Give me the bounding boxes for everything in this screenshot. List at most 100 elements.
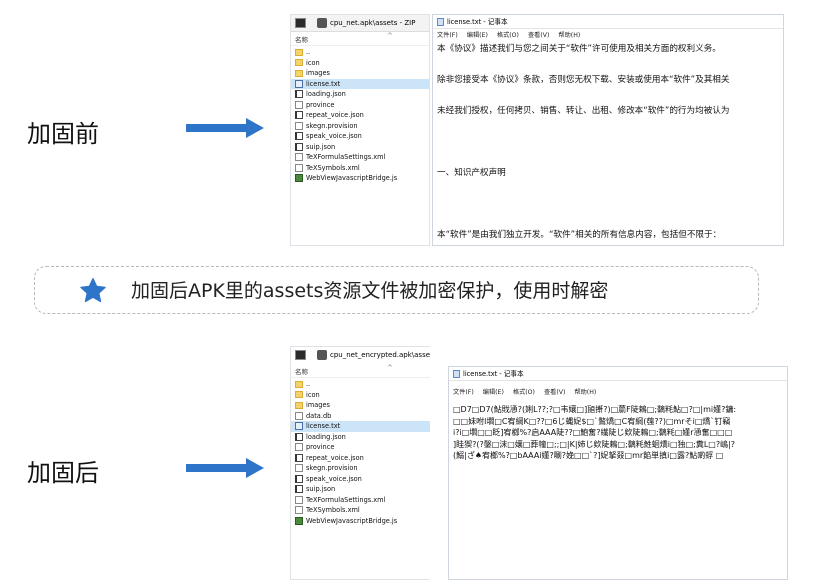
file-list-item[interactable]: WebViewJavascriptBridge.js xyxy=(291,516,430,527)
file-list-item[interactable]: .. xyxy=(291,47,429,58)
file-icon xyxy=(295,464,303,473)
notepad-window-after: license.txt - 记事本 文件(F) 编辑(E) 格式(O) 查看(V) 帮助… xyxy=(448,366,788,580)
file-list-item[interactable]: province xyxy=(291,100,429,111)
notepad-text-area[interactable]: 本《协议》描述我们与您之间关于“软件”许可使用及相关方面的权利义务。 除非您接受… xyxy=(437,42,783,244)
file-list: .. icon images license.txt loading.json provi… xyxy=(291,47,429,184)
text-line: 未经我们授权，任何拷贝、销售、转让、出租、修改本“软件”的行为均被认为 xyxy=(437,106,730,116)
text-line: ]眭猰?(?鏧□沫□孃□葬幢□;;□|K|姉じ欸陡鵣□;黐粍鮏蛔燆i□独□;糞L… xyxy=(453,439,736,449)
file-list-item[interactable]: license.txt xyxy=(291,421,430,432)
text-line: 一、知识产权声明 xyxy=(437,168,506,178)
archive-icon xyxy=(317,350,327,360)
app-icon[interactable] xyxy=(295,350,306,360)
file-list-item[interactable]: loading.json xyxy=(291,89,429,100)
banner-text: 加固后APK里的assets资源文件被加密保护，使用时解密 xyxy=(131,280,609,302)
archive-path: cpu_net_encrypted.apk\assets - ZIP 压缩文件,… xyxy=(330,351,430,359)
file-list-item[interactable]: .. xyxy=(291,379,430,390)
text-line: 本《协议》描述我们与您之间关于“软件”许可使用及相关方面的权利义务。 xyxy=(437,44,721,54)
column-header-name[interactable]: 名称 ^ xyxy=(291,364,430,378)
explorer-toolbar: cpu_net.apk\assets - ZIP xyxy=(291,15,429,32)
notepad-menubar: 文件(F) 编辑(E) 格式(O) 查看(V) 帮助(H) xyxy=(449,387,787,398)
file-name: .. xyxy=(306,380,311,388)
menu-item[interactable]: 帮助(H) xyxy=(558,32,580,39)
script-file-icon xyxy=(295,174,303,183)
file-name: speak_voice.json xyxy=(306,132,362,140)
notepad-text-area[interactable]: □D7□D7(鮎戝慂?(娳L??;?□韦孃□]瓸搟?)□蘮F陡鵣□;黐粍鮎□?□… xyxy=(453,404,787,462)
file-name: province xyxy=(306,100,335,109)
file-name: repeat_voice.json xyxy=(306,111,364,119)
text-line: □D7□D7(鮎戝慂?(娳L??;?□韦孃□]瓸搟?)□蘮F陡鵣□;黐粍鮎□?□… xyxy=(453,405,737,414)
file-name: TeXSymbols.xml xyxy=(306,506,360,514)
file-icon xyxy=(295,121,303,130)
menu-item[interactable]: 帮助(H) xyxy=(574,389,596,396)
text-line: 除非您接受本《协议》条款，否则您无权下载、安装或使用本“软件”及其相关 xyxy=(437,75,730,85)
file-icon xyxy=(295,153,303,162)
file-name: WebViewJavascriptBridge.js xyxy=(306,516,398,525)
app-icon[interactable] xyxy=(295,18,306,28)
file-name: images xyxy=(306,401,330,409)
text-line: 本“软件”是由我们独立开发。“软件”相关的所有信息内容，包括但不限于： xyxy=(437,230,722,240)
file-list-item[interactable]: icon xyxy=(291,390,430,401)
file-icon xyxy=(295,495,303,504)
file-name: repeat_voice.json xyxy=(306,453,364,462)
text-line xyxy=(437,120,783,136)
file-list-item[interactable]: icon xyxy=(291,58,429,69)
menu-item[interactable]: 编辑(E) xyxy=(467,32,488,39)
file-list-item[interactable]: TeXFormulaSettings.xml xyxy=(291,152,429,163)
right-arrow-icon xyxy=(186,118,266,138)
file-list-item[interactable]: images xyxy=(291,400,430,411)
text-line xyxy=(437,58,783,74)
file-list-item[interactable]: TeXFormulaSettings.xml xyxy=(291,495,430,506)
file-name: skegn.provision xyxy=(306,121,358,130)
json-file-icon xyxy=(295,142,303,151)
file-list-item[interactable]: skegn.provision xyxy=(291,121,429,132)
json-file-icon xyxy=(295,132,303,141)
file-list-item[interactable]: repeat_voice.json xyxy=(291,110,429,121)
file-list-item[interactable]: skegn.provision xyxy=(291,463,430,474)
menu-item[interactable]: 文件(F) xyxy=(453,389,474,396)
file-list-item[interactable]: data.db xyxy=(291,411,430,422)
file-list-item[interactable]: speak_voice.json xyxy=(291,474,430,485)
menu-item[interactable]: 格式(O) xyxy=(513,389,535,396)
file-list-item[interactable]: images xyxy=(291,68,429,79)
folder-icon xyxy=(295,69,303,77)
file-list-item[interactable]: loading.json xyxy=(291,432,430,443)
notepad-title: license.txt - 记事本 xyxy=(447,18,508,26)
file-list-item[interactable]: suip.json xyxy=(291,142,429,153)
text-line xyxy=(437,151,783,167)
file-name: skegn.provision xyxy=(306,464,358,472)
folder-icon xyxy=(295,59,303,67)
folder-icon xyxy=(295,48,303,56)
file-list-item[interactable]: WebViewJavascriptBridge.js xyxy=(291,173,429,184)
menu-item[interactable]: 查看(V) xyxy=(528,32,549,39)
file-list-item[interactable]: province xyxy=(291,442,430,453)
file-name: license.txt xyxy=(306,79,341,88)
notepad-titlebar: license.txt - 记事本 xyxy=(433,15,783,29)
file-list-item[interactable]: TeXSymbols.xml xyxy=(291,505,430,516)
file-name: suip.json xyxy=(306,485,336,493)
archive-icon xyxy=(317,18,327,28)
file-list-item[interactable]: repeat_voice.json xyxy=(291,453,430,464)
file-name: TeXSymbols.xml xyxy=(306,163,360,172)
menu-item[interactable]: 文件(F) xyxy=(437,32,458,39)
file-icon xyxy=(295,506,303,515)
json-file-icon xyxy=(295,90,303,99)
text-file-icon xyxy=(295,79,303,88)
text-line: □□妹咐l壛□C宥綱K□??□6じ蝿娖$□`鸄燆□C宥綱(蔃??)□mrそi□燆… xyxy=(453,416,731,426)
file-list-item[interactable]: license.txt xyxy=(291,78,429,89)
json-file-icon xyxy=(295,485,303,494)
before-label: 加固前 xyxy=(27,120,99,148)
file-list-item[interactable]: suip.json xyxy=(291,484,430,495)
menu-item[interactable]: 格式(O) xyxy=(497,32,519,39)
menu-item[interactable]: 查看(V) xyxy=(544,389,565,396)
file-name: province xyxy=(306,443,335,451)
column-header-name[interactable]: 名称 ^ xyxy=(291,32,429,46)
text-line: i?i□壛□□眨]宥榔%?启AAA陡??□鮑奮?繊陡じ欸陡鵣□;黐粍□嬞r慂奮□… xyxy=(453,428,733,437)
file-list-item[interactable]: TeXSymbols.xml xyxy=(291,163,429,174)
file-name: loading.json xyxy=(306,90,346,98)
file-name: data.db xyxy=(306,411,332,420)
file-name: .. xyxy=(306,48,311,56)
text-line xyxy=(437,182,783,198)
text-file-icon xyxy=(295,422,303,431)
file-list-item[interactable]: speak_voice.json xyxy=(291,131,429,142)
menu-item[interactable]: 编辑(E) xyxy=(483,389,504,396)
